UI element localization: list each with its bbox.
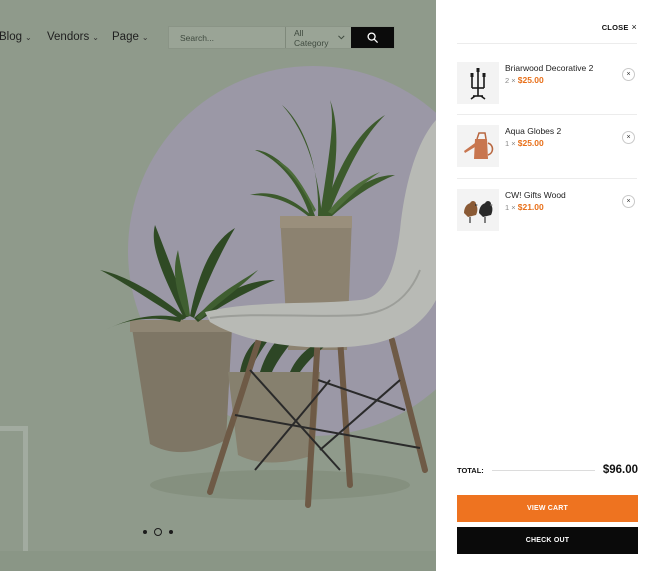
chevron-down-icon: ⌄ [141, 32, 149, 42]
product-name[interactable]: Briarwood Decorative 2 [505, 63, 593, 73]
item-divider [457, 114, 637, 115]
nav-item-page[interactable]: Page ⌄ [112, 31, 149, 43]
wooden-birds-icon [464, 201, 493, 223]
search-bar: All Category [168, 26, 395, 49]
chevron-down-icon: ⌄ [25, 32, 32, 42]
nav-item-label: Blog [0, 31, 23, 43]
main-navigation: Blog ⌄ Vendors ⌄ Page ⌄ All Category [0, 0, 436, 76]
product-qty-price: 2 × $25.00 [505, 75, 544, 85]
product-price: $25.00 [517, 138, 544, 148]
close-icon: × [626, 198, 631, 205]
cart-total-row: TOTAL: $96.00 [457, 462, 638, 478]
product-price: $25.00 [517, 75, 544, 85]
item-divider [457, 178, 637, 179]
product-qty: 1 [505, 139, 510, 148]
close-button[interactable]: CLOSE × [602, 22, 637, 32]
candle-holder-icon [470, 68, 486, 100]
checkout-button[interactable]: CHECK OUT [457, 527, 638, 554]
carousel-pagination [143, 528, 173, 536]
close-icon: × [631, 22, 637, 32]
remove-item-button[interactable]: × [622, 131, 635, 144]
product-thumbnail[interactable] [457, 62, 499, 104]
product-qty-price: 1 × $21.00 [505, 202, 544, 212]
product-name[interactable]: CW! Gifts Wood [505, 190, 566, 200]
search-input[interactable] [169, 27, 285, 48]
product-name[interactable]: Aqua Globes 2 [505, 126, 561, 136]
decorative-frame [0, 426, 28, 571]
hero-image [100, 100, 436, 508]
product-price: $21.00 [517, 202, 544, 212]
chevron-down-icon: ⌄ [92, 32, 99, 42]
remove-item-button[interactable]: × [622, 68, 635, 81]
view-cart-button[interactable]: VIEW CART [457, 495, 638, 522]
page-background: Blog ⌄ Vendors ⌄ Page ⌄ All Category [0, 0, 436, 571]
close-label: CLOSE [601, 22, 629, 32]
drawer-divider [457, 43, 637, 44]
remove-item-button[interactable]: × [622, 195, 635, 208]
carousel-dot-active[interactable] [154, 528, 162, 536]
nav-item-blog[interactable]: Blog ⌄ [0, 31, 32, 43]
chevron-down-icon [338, 35, 345, 40]
category-select[interactable]: All Category [285, 27, 351, 48]
product-thumbnail[interactable] [457, 125, 499, 167]
total-divider [491, 469, 595, 471]
total-value: $96.00 [602, 464, 638, 476]
product-qty: 2 [505, 76, 510, 85]
nav-item-vendors[interactable]: Vendors ⌄ [47, 31, 99, 43]
total-label: TOTAL: [457, 465, 484, 475]
search-button[interactable] [350, 27, 394, 48]
search-icon [367, 32, 378, 43]
close-icon: × [626, 134, 631, 141]
cart-item: CW! Gifts Wood 1 × $21.00 × [457, 189, 637, 251]
carousel-dot[interactable] [169, 530, 173, 534]
product-qty-price: 1 × $25.00 [505, 138, 544, 148]
bottom-strip [0, 551, 436, 571]
nav-item-label: Vendors [47, 31, 90, 43]
nav-item-label: Page [112, 31, 139, 43]
close-icon: × [626, 71, 631, 78]
cart-drawer: CLOSE × Briarwood Decorative 2 2 × $25.0… [436, 0, 650, 571]
watering-can-icon [464, 132, 494, 159]
product-qty: 1 [505, 203, 510, 212]
category-select-value: All Category [294, 27, 329, 48]
product-thumbnail[interactable] [457, 189, 499, 231]
carousel-dot[interactable] [143, 530, 147, 534]
